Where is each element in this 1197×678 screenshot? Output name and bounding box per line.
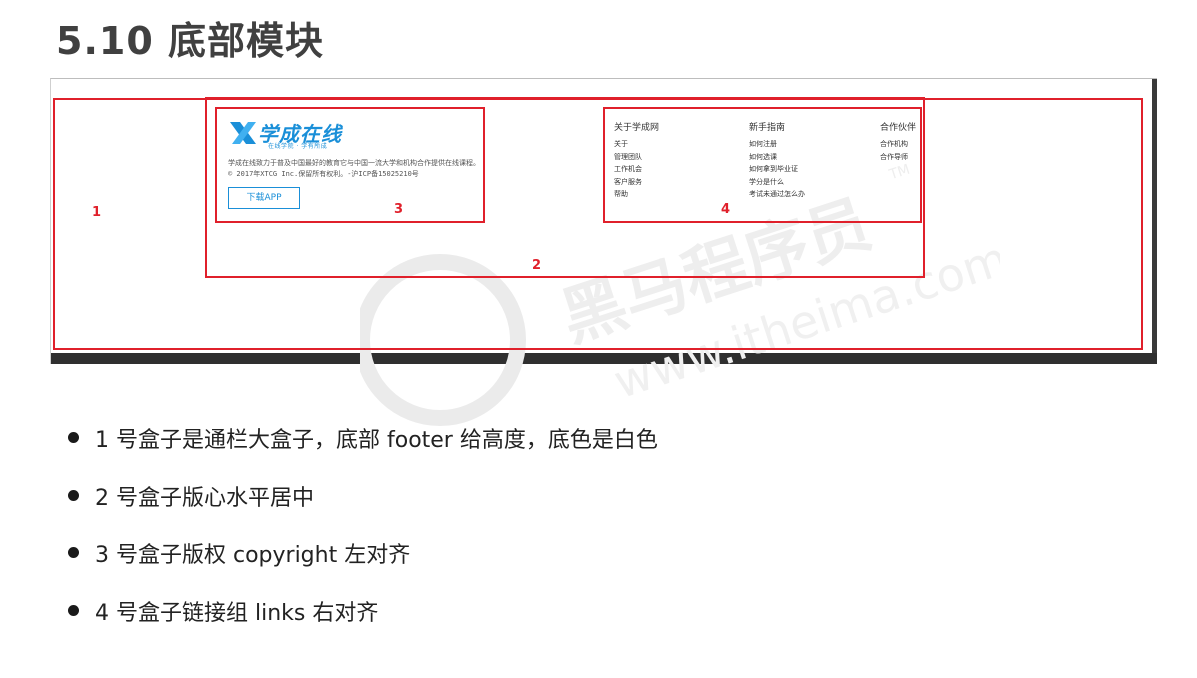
bullet-dot-icon	[68, 547, 79, 558]
bullet-dot-icon	[68, 489, 79, 501]
annotation-label-3: 3	[394, 202, 404, 217]
bullet-text: 3 号盒子版权 copyright 左对齐	[95, 543, 411, 568]
bullet-text: 4 号盒子链接组 links 右对齐	[95, 600, 379, 626]
bullet-dot-icon	[68, 432, 79, 443]
screenshot-right-edge	[1152, 79, 1157, 354]
screenshot-bottom-edge	[51, 353, 1157, 364]
bullet-text: 2 号盒子版心水平居中	[95, 485, 314, 511]
annotation-box-3	[215, 107, 485, 223]
annotation-box-4	[603, 107, 922, 223]
bullet-text: 1 号盒子是通栏大盒子，底部 footer 给高度，底色是白色	[95, 428, 658, 453]
bullet-dot-icon	[68, 604, 79, 616]
annotation-label-4: 4	[721, 202, 731, 217]
annotation-label-2: 2	[532, 258, 542, 273]
slide-title: 5.10 底部模块	[56, 19, 324, 63]
annotation-label-1: 1	[92, 205, 102, 220]
